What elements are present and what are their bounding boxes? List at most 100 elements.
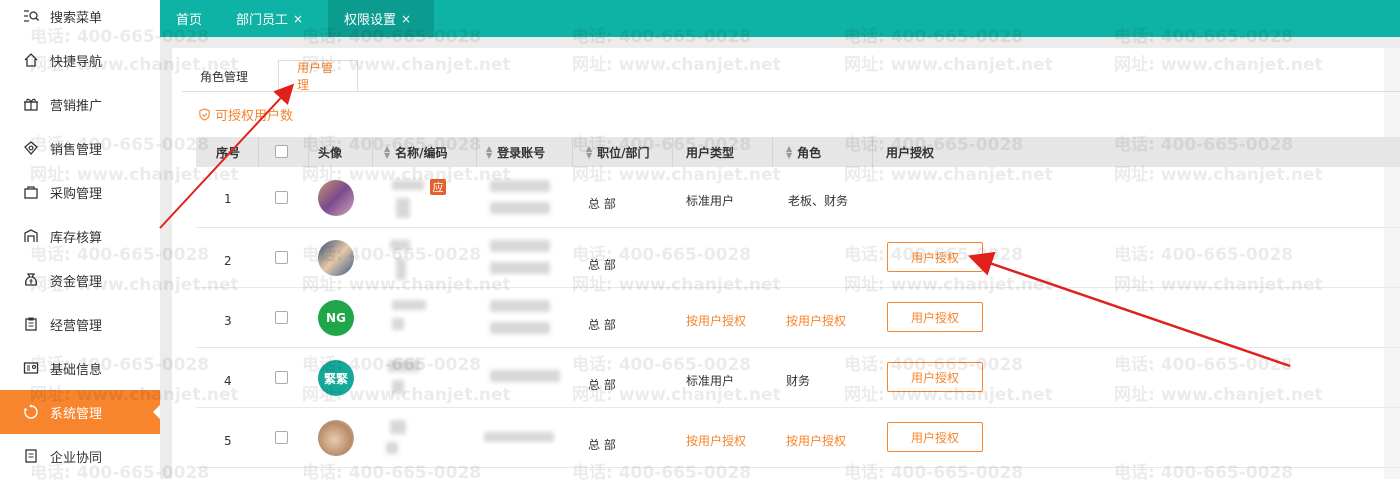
- avatar: [318, 240, 354, 276]
- sidebar: 搜索菜单 快捷导航 营销推广 销售管理 采购管理 库存核算 资金管理 经营管理 …: [0, 0, 161, 479]
- user-type-link[interactable]: 按用户授权: [686, 312, 746, 329]
- col-name-code[interactable]: ▲ ▼ 名称/编码: [384, 137, 448, 167]
- sidebar-item-collaboration[interactable]: 企业协同: [0, 434, 160, 478]
- redacted-account: [490, 240, 550, 252]
- close-icon[interactable]: ×: [293, 12, 303, 26]
- row-dept: 总 部: [588, 438, 616, 452]
- system-icon: [22, 403, 40, 421]
- home-icon: [22, 51, 40, 69]
- table-row: 4 緊緊 总 部 标准用户 财务 用户授权: [196, 348, 1400, 408]
- role-link[interactable]: 按用户授权: [786, 432, 846, 449]
- col-avatar: 头像: [318, 145, 343, 160]
- bag-icon: [22, 183, 40, 201]
- col-login-account[interactable]: ▲ ▼ 登录账号: [486, 137, 545, 167]
- sort-icon: ▲ ▼: [384, 144, 391, 160]
- row-user-type: 标准用户: [686, 374, 735, 388]
- tab-user-management[interactable]: 用户管理: [278, 60, 358, 92]
- id-card-icon: [22, 359, 40, 377]
- redacted-account: [490, 322, 550, 334]
- warehouse-icon: [22, 227, 40, 245]
- row-index: 4: [224, 374, 232, 388]
- column-divider: [572, 137, 573, 167]
- tab-label: 权限设置: [344, 13, 397, 28]
- sidebar-item-marketing[interactable]: 营销推广: [0, 82, 160, 126]
- table-row: 1 应 总 部 标准用户 老板、财务: [196, 168, 1400, 228]
- row-checkbox[interactable]: [275, 311, 288, 324]
- redacted-name: [388, 360, 420, 372]
- avatar: [318, 180, 354, 216]
- column-divider: [476, 137, 477, 167]
- tab-permission-settings[interactable]: 权限设置 ×: [328, 0, 434, 37]
- user-auth-button[interactable]: 用户授权: [887, 362, 983, 392]
- divider: [182, 91, 1400, 92]
- redacted-name: [390, 420, 406, 434]
- tab-label: 首页: [176, 13, 203, 28]
- column-divider: [308, 137, 309, 167]
- document-icon: [22, 447, 40, 465]
- sidebar-item-quick-nav[interactable]: 快捷导航: [0, 38, 160, 82]
- sub-tab-label: 角色管理: [200, 69, 249, 84]
- user-auth-button[interactable]: 用户授权: [887, 422, 983, 452]
- column-divider: [872, 137, 873, 167]
- redacted-account: [484, 432, 554, 442]
- row-user-type: 标准用户: [686, 194, 735, 208]
- sidebar-item-label: 系统管理: [50, 406, 103, 422]
- sidebar-item-label: 资金管理: [50, 274, 103, 290]
- search-menu-icon: [22, 7, 40, 25]
- redacted-account: [490, 370, 560, 382]
- row-checkbox[interactable]: [275, 371, 288, 384]
- tab-role-management[interactable]: 角色管理: [182, 60, 278, 92]
- table-row: 3 NG 总 部 按用户授权 按用户授权 用户授权: [196, 288, 1400, 348]
- sidebar-item-label: 销售管理: [50, 142, 103, 158]
- sub-tab-label: 用户管理: [297, 61, 334, 92]
- sidebar-item-operations[interactable]: 经营管理: [0, 302, 160, 346]
- sidebar-item-search-menu[interactable]: 搜索菜单: [0, 0, 160, 38]
- redacted-account: [490, 202, 550, 214]
- authorizable-users-link[interactable]: 可授权用户数: [198, 105, 293, 124]
- sidebar-item-label: 企业协同: [50, 450, 103, 466]
- sidebar-item-system[interactable]: 系统管理: [0, 390, 161, 434]
- user-auth-button[interactable]: 用户授权: [887, 302, 983, 332]
- role-link[interactable]: 按用户授权: [786, 312, 846, 329]
- sidebar-item-label: 搜索菜单: [50, 10, 103, 26]
- redacted-account: [490, 180, 550, 192]
- col-role[interactable]: ▲ ▼ 角色: [786, 137, 821, 167]
- sidebar-item-purchase[interactable]: 采购管理: [0, 170, 160, 214]
- row-dept: 总 部: [588, 258, 616, 272]
- avatar: NG: [318, 300, 354, 336]
- clipboard-icon: [22, 315, 40, 333]
- col-role-label: 角色: [797, 145, 822, 160]
- shield-check-icon: [199, 108, 210, 121]
- select-all-checkbox[interactable]: [275, 145, 288, 158]
- sidebar-item-label: 快捷导航: [50, 54, 103, 70]
- sidebar-item-label: 基础信息: [50, 362, 103, 378]
- top-tab-bar: 首页 部门员工 × 权限设置 ×: [160, 0, 1400, 37]
- row-dept: 总 部: [588, 197, 616, 211]
- row-role: 老板、财务: [788, 194, 849, 208]
- col-index: 序号: [216, 145, 241, 160]
- sidebar-item-sales[interactable]: 销售管理: [0, 126, 160, 170]
- sidebar-item-label: 库存核算: [50, 230, 103, 246]
- sidebar-item-funds[interactable]: 资金管理: [0, 258, 160, 302]
- sidebar-item-basic-info[interactable]: 基础信息: [0, 346, 160, 390]
- col-user-type: 用户类型: [686, 145, 735, 160]
- tab-home[interactable]: 首页: [160, 0, 220, 37]
- tab-department-staff[interactable]: 部门员工 ×: [220, 0, 328, 37]
- money-bag-icon: [22, 271, 40, 289]
- avatar: 緊緊: [318, 360, 354, 396]
- close-icon[interactable]: ×: [401, 12, 411, 26]
- row-checkbox[interactable]: [275, 431, 288, 444]
- row-dept: 总 部: [588, 378, 616, 392]
- authorizable-users-label: 可授权用户数: [215, 109, 294, 124]
- sort-icon: ▲ ▼: [486, 144, 493, 160]
- col-position-dept[interactable]: ▲ ▼ 职位/部门: [586, 137, 650, 167]
- redacted-name: [392, 300, 426, 310]
- redacted-account: [490, 300, 550, 312]
- column-divider: [772, 137, 773, 167]
- sidebar-item-inventory[interactable]: 库存核算: [0, 214, 160, 258]
- row-checkbox[interactable]: [275, 191, 288, 204]
- user-type-link[interactable]: 按用户授权: [686, 432, 746, 449]
- redacted-code: [386, 442, 398, 454]
- row-checkbox[interactable]: [275, 251, 288, 264]
- user-auth-button[interactable]: 用户授权: [887, 242, 983, 272]
